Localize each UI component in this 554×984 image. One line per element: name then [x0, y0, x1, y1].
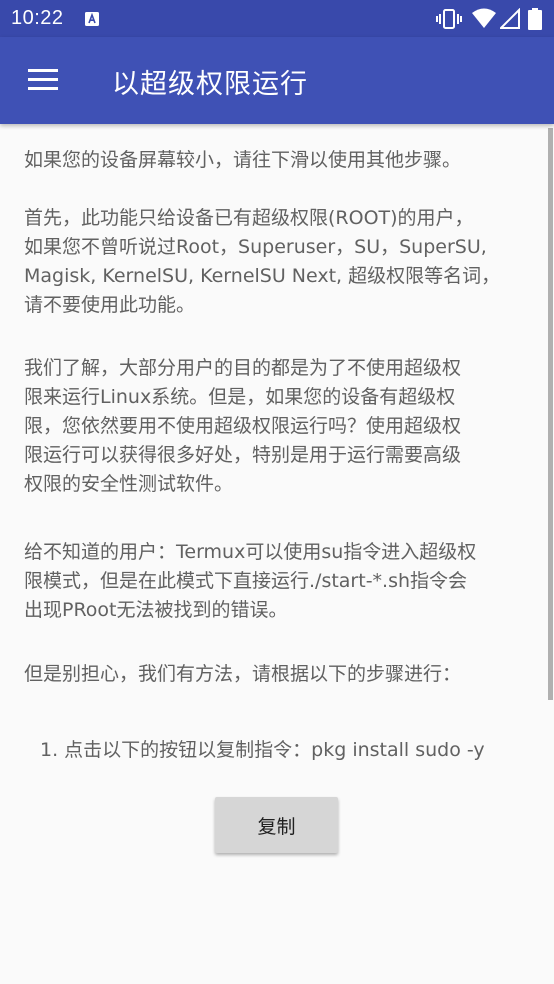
root-benefits-paragraph: 我们了解，大部分用户的目的都是为了不使用超级权 限来运行Linux系统。但是，如…	[24, 357, 462, 495]
page-title: 以超级权限运行	[112, 69, 308, 100]
signal-icon	[500, 8, 520, 29]
status-bar: 10:22	[0, 0, 554, 37]
hamburger-menu-icon	[28, 69, 58, 90]
root-warning-paragraph: 首先，此功能只给设备已有超级权限(ROOT)的用户， 如果您不曾听说过Root，…	[24, 207, 501, 316]
app-bar: 以超级权限运行	[0, 37, 554, 124]
scrollbar[interactable]	[548, 128, 553, 700]
step-1-text: 1. 点击以下的按钮以复制指令：pkg install sudo -y	[40, 739, 485, 761]
content-scroll-area[interactable]: 如果您的设备屏幕较小，请往下滑以使用其他步骤。 首先，此功能只给设备已有超级权限…	[0, 124, 554, 984]
battery-icon	[528, 8, 542, 30]
status-time: 10:22	[11, 7, 64, 29]
steps-intro-paragraph: 但是别担心，我们有方法，请根据以下的步骤进行：	[24, 663, 462, 685]
vibrate-icon	[436, 9, 462, 29]
termux-note-paragraph: 给不知道的用户：Termux可以使用su指令进入超级权 限模式，但是在此模式下直…	[24, 541, 477, 621]
wifi-icon	[472, 8, 496, 28]
menu-button[interactable]	[20, 59, 64, 103]
status-icons	[436, 8, 546, 30]
a-box-icon	[84, 11, 100, 27]
copy-button[interactable]: 复制	[215, 797, 338, 853]
intro-paragraph: 如果您的设备屏幕较小，请往下滑以使用其他步骤。	[24, 149, 462, 171]
